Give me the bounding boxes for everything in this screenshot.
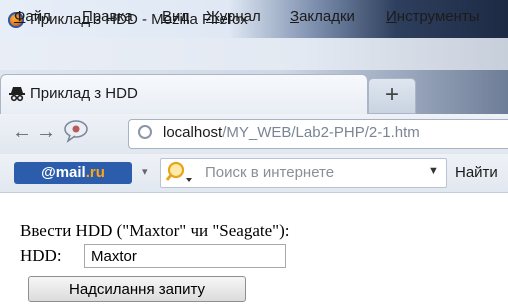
hdd-input[interactable] — [84, 244, 286, 268]
mailru-logo[interactable]: @mail.ru — [14, 162, 132, 184]
hdd-field-label: HDD: — [20, 246, 62, 265]
magnifier-icon[interactable] — [164, 160, 194, 186]
hdd-prompt-text: Ввести HDD ("Maxtor" чи "Seagate"): — [20, 221, 290, 240]
menu-edit[interactable]: Правка — [82, 8, 133, 25]
tab-label: Приклад з HDD — [30, 85, 138, 102]
globe-icon — [138, 125, 152, 139]
spy-hat-icon — [9, 87, 25, 102]
back-button[interactable]: ← — [12, 121, 32, 144]
new-tab-button[interactable]: + — [368, 78, 416, 114]
menu-view[interactable]: Вид — [162, 8, 189, 25]
mailru-dropdown-icon[interactable]: ▾ — [142, 165, 148, 178]
find-button[interactable]: Найти — [455, 164, 498, 181]
menu-bookmarks[interactable]: Закладки — [290, 8, 355, 25]
forward-button[interactable]: → — [36, 121, 56, 144]
menu-bar — [0, 38, 508, 70]
menu-history[interactable]: Журнал — [206, 8, 261, 25]
search-dropdown-icon[interactable]: ▼ — [428, 165, 439, 177]
submit-query-button[interactable]: Надсилання запиту — [28, 276, 246, 302]
speech-bubble-icon[interactable] — [62, 119, 90, 143]
menu-file[interactable]: Файл — [14, 8, 51, 25]
search-placeholder: Поиск в интернете — [205, 164, 335, 181]
url-text[interactable]: localhost/MY_WEB/Lab2-PHP/2-1.htm — [163, 124, 420, 141]
menu-tools[interactable]: Инструменты — [386, 8, 480, 25]
